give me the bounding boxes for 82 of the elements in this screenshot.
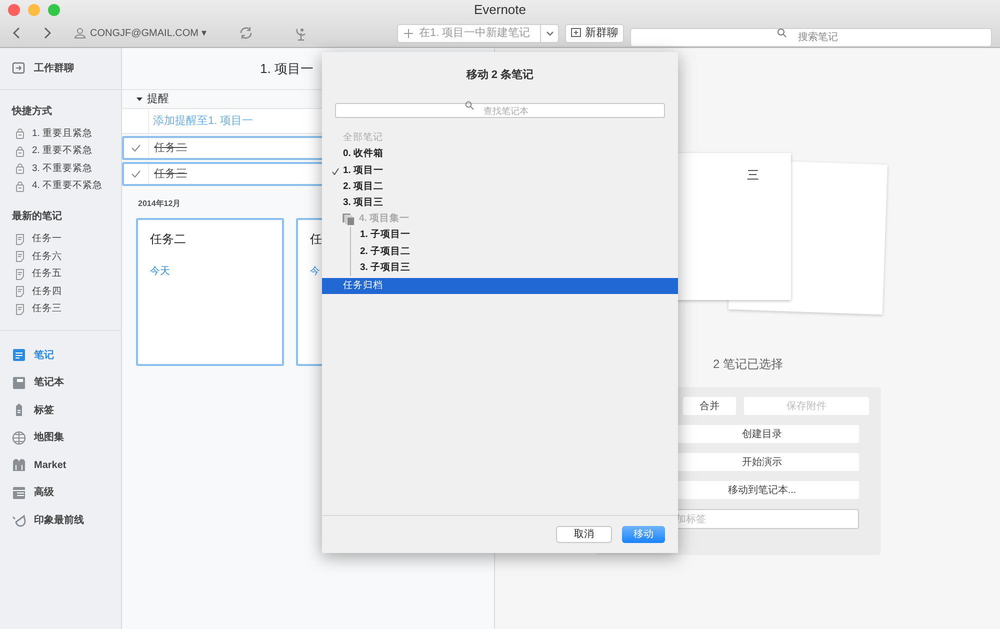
- section-title: 最新的笔记: [11, 209, 63, 224]
- notebook-row[interactable]: 任务归档: [322, 278, 678, 294]
- caret-icon[interactable]: [136, 96, 143, 102]
- note-icon: [15, 304, 25, 316]
- notebook-row[interactable]: 3. 子项目三: [322, 260, 678, 276]
- market-icon: [12, 458, 26, 472]
- lock-icon: [15, 128, 25, 140]
- notes-icon: [12, 348, 26, 362]
- notebook-name: 1. 子项目一: [360, 228, 411, 242]
- zoom-button[interactable]: [48, 4, 60, 16]
- close-button[interactable]: [8, 4, 20, 16]
- plus-icon: [404, 28, 413, 38]
- premium-icon: [12, 486, 26, 500]
- sync-icon[interactable]: [238, 25, 254, 41]
- date-label: 2014年12月: [138, 198, 181, 210]
- nav-item[interactable]: 地图集: [34, 430, 64, 446]
- checkmark-icon: [332, 168, 339, 175]
- note-title: 任: [310, 231, 322, 248]
- note-icon: [15, 286, 25, 298]
- note-title: 任务二: [150, 231, 186, 248]
- search-icon: [465, 100, 474, 110]
- notebook-name: 1. 项目一: [343, 164, 384, 178]
- cancel-button[interactable]: 取消: [556, 526, 612, 543]
- checkmark-icon[interactable]: [131, 144, 141, 152]
- note-date: 今: [310, 265, 320, 279]
- note-icon: [15, 268, 25, 280]
- nav-item[interactable]: 印象最前线: [34, 512, 84, 528]
- notebook-row[interactable]: 1. 子项目一: [322, 227, 678, 244]
- lock-icon: [15, 181, 25, 192]
- account-menu[interactable]: CONGJF@GMAIL.COM ▾: [74, 26, 206, 40]
- sidebar-item[interactable]: 工作群聊: [34, 61, 74, 76]
- nav-item[interactable]: 笔记本: [34, 375, 64, 390]
- checkmark-icon[interactable]: [131, 170, 141, 178]
- section-title: 快捷方式: [10, 104, 53, 119]
- list-title: 1. 项目一: [260, 60, 314, 78]
- sidebar-item[interactable]: 任务一: [32, 232, 62, 246]
- notebook-name: 3. 项目三: [343, 196, 384, 210]
- sidebar-item[interactable]: 任务五: [32, 267, 62, 282]
- note-card[interactable]: 任务二 今天: [136, 218, 284, 366]
- notebook-name: 4. 项目集一: [359, 212, 410, 226]
- chat-icon: [571, 28, 581, 38]
- forward-icon[interactable]: [42, 26, 52, 40]
- search-field[interactable]: 查找笔记本: [335, 103, 665, 118]
- atlas-icon: [12, 430, 26, 445]
- notebook-name: 3. 子项目三: [360, 260, 411, 275]
- note-date: 今天: [150, 265, 170, 279]
- search-field[interactable]: 搜索笔记: [630, 28, 992, 46]
- notebook-name: 任务归档: [343, 278, 383, 293]
- dialog-title: 移动 2 条笔记: [465, 68, 535, 83]
- action-button[interactable]: 合并: [683, 397, 736, 415]
- sidebar-item[interactable]: 任务三: [32, 302, 62, 317]
- new-chat-button[interactable]: 新群聊: [565, 24, 624, 42]
- notebook-row[interactable]: 3. 项目三: [322, 195, 678, 212]
- sidebar-item[interactable]: 3. 不重要紧急: [32, 162, 93, 176]
- sidebar-item[interactable]: 任务六: [32, 250, 62, 264]
- selection-count: 2 笔记已选择: [713, 356, 784, 373]
- notebook-row[interactable]: 2. 子项目二: [322, 244, 678, 260]
- nav-item[interactable]: 高级: [34, 485, 54, 500]
- sidebar-item[interactable]: 4. 不重要不紧急: [32, 179, 103, 194]
- sidebar-item[interactable]: 2. 重要不紧急: [32, 144, 93, 159]
- caret-icon: [546, 30, 554, 36]
- user-icon: [74, 27, 86, 39]
- sidebar-item[interactable]: 1. 重要且紧急: [32, 126, 93, 141]
- search-icon: [777, 28, 787, 38]
- lock-icon: [15, 163, 25, 174]
- note-title: 三: [747, 168, 759, 182]
- lock-icon: [15, 146, 25, 157]
- chat-icon: [12, 62, 26, 76]
- window-title: Evernote: [474, 0, 526, 19]
- notebooks-icon: [12, 376, 26, 390]
- sidebar-item[interactable]: 任务四: [32, 284, 62, 300]
- task-title: 任务二: [154, 140, 187, 156]
- section-title: 提醒: [147, 92, 169, 107]
- nav-item[interactable]: Market: [34, 458, 66, 473]
- notebook-name: 2. 子项目二: [360, 244, 411, 259]
- notebook-name: 0. 收件箱: [343, 147, 384, 162]
- task-title: 任务三: [154, 166, 187, 182]
- note-icon: [15, 234, 25, 245]
- horn-icon: [12, 513, 26, 528]
- nav-item[interactable]: 标签: [34, 402, 54, 418]
- note-icon: [15, 251, 25, 262]
- back-icon[interactable]: [12, 26, 22, 40]
